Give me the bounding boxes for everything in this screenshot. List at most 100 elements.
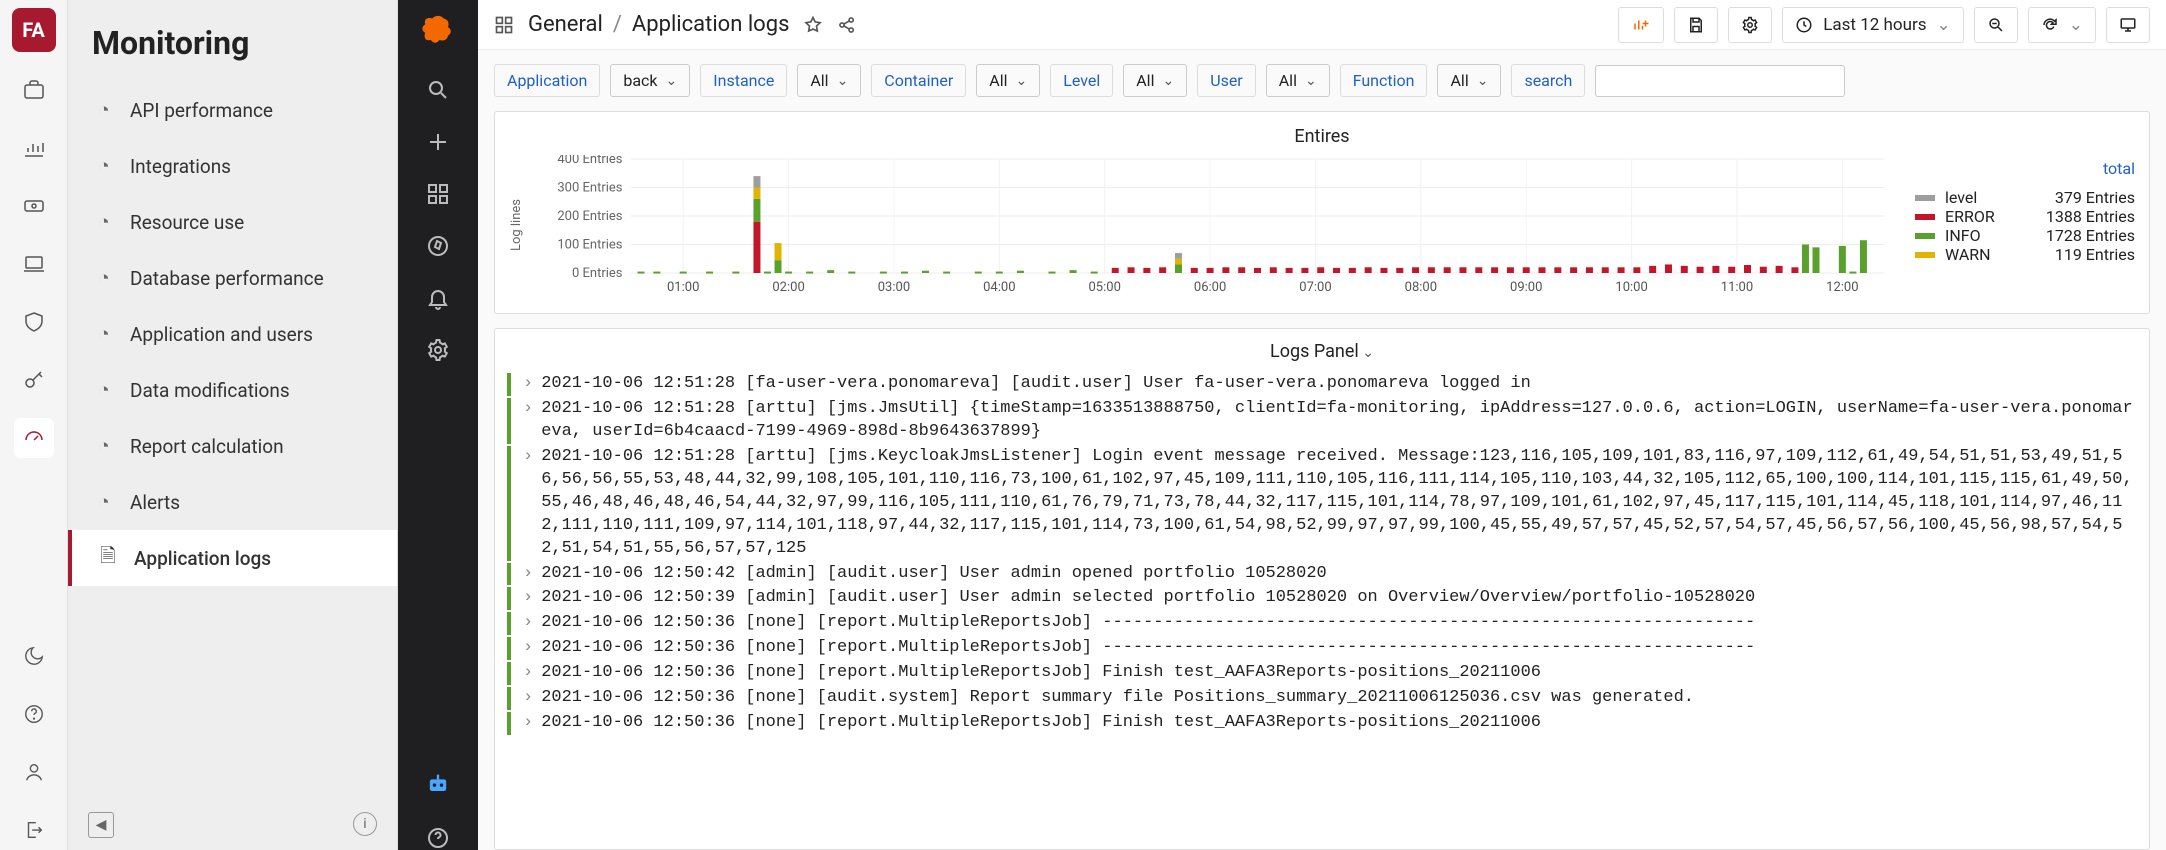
user-icon[interactable] — [14, 752, 54, 792]
chart-plot[interactable]: 0 Entries100 Entries200 Entries300 Entri… — [544, 155, 1895, 295]
monitor-button[interactable] — [2106, 7, 2150, 43]
legend-name: INFO — [1945, 226, 1981, 245]
log-line[interactable]: › 2021-10-06 12:51:28 [fa-user-vera.pono… — [507, 372, 2137, 397]
svg-text:06:00: 06:00 — [1194, 280, 1226, 295]
log-level-bar — [507, 687, 511, 710]
sidebar-title: Monitoring — [68, 0, 397, 82]
nav-integrations[interactable]: ◔Integrations — [68, 138, 397, 194]
zoom-out-button[interactable] — [1974, 7, 2018, 43]
chevron-down-icon: ⌄ — [2069, 15, 2083, 35]
chevron-right-icon[interactable]: › — [521, 446, 541, 561]
config-icon[interactable] — [426, 338, 450, 362]
chevron-right-icon[interactable]: › — [521, 687, 541, 710]
filter-user-select[interactable]: All — [1266, 64, 1330, 97]
help-circle-icon[interactable] — [426, 826, 450, 850]
share-icon[interactable] — [837, 15, 857, 35]
log-line[interactable]: › 2021-10-06 12:51:28 [arttu] [jms.JmsUt… — [507, 397, 2137, 445]
dashboards-icon[interactable] — [426, 182, 450, 206]
panel-grid-icon[interactable] — [494, 15, 514, 35]
nav-api-performance[interactable]: ◔API performance — [68, 82, 397, 138]
log-level-bar — [507, 446, 511, 561]
breadcrumb-separator: / — [613, 12, 622, 37]
nav-application-users[interactable]: ◔Application and users — [68, 306, 397, 362]
chevron-right-icon[interactable]: › — [521, 373, 541, 396]
legend-item[interactable]: ERROR 1388 Entries — [1915, 207, 2135, 226]
legend-name: ERROR — [1945, 207, 1995, 226]
chart-icon[interactable] — [14, 128, 54, 168]
log-line[interactable]: › 2021-10-06 12:50:36 [none] [report.Mul… — [507, 711, 2137, 736]
brand-logo[interactable]: FA — [12, 8, 56, 52]
filter-container-label: Container — [871, 64, 966, 97]
chevron-right-icon[interactable]: › — [521, 398, 541, 444]
nav-data-modifications[interactable]: ◔Data modifications — [68, 362, 397, 418]
settings-button[interactable] — [1728, 7, 1772, 43]
nav-label: Data modifications — [130, 379, 290, 402]
briefcase-icon[interactable] — [14, 70, 54, 110]
filter-container-select[interactable]: All — [976, 64, 1040, 97]
star-icon[interactable] — [803, 15, 823, 35]
log-line[interactable]: › 2021-10-06 12:50:36 [none] [report.Mul… — [507, 611, 2137, 636]
log-line[interactable]: › 2021-10-06 12:51:28 [arttu] [jms.Keycl… — [507, 445, 2137, 562]
key-icon[interactable] — [14, 360, 54, 400]
shield-icon[interactable] — [14, 302, 54, 342]
breadcrumb-page[interactable]: Application logs — [632, 12, 790, 37]
legend-item[interactable]: level 379 Entries — [1915, 188, 2135, 207]
log-line[interactable]: › 2021-10-06 12:50:36 [none] [report.Mul… — [507, 661, 2137, 686]
logs-panel-title[interactable]: Logs Panel — [507, 337, 2137, 372]
log-line[interactable]: › 2021-10-06 12:50:36 [none] [report.Mul… — [507, 636, 2137, 661]
grafana-logo[interactable] — [418, 10, 458, 50]
chart-title[interactable]: Entires — [509, 122, 2135, 155]
chevron-right-icon[interactable]: › — [521, 637, 541, 660]
log-line[interactable]: › 2021-10-06 12:50:39 [admin] [audit.use… — [507, 586, 2137, 611]
filter-instance-select[interactable]: All — [797, 64, 861, 97]
filter-function-label: Function — [1340, 64, 1428, 97]
gauge-icon[interactable] — [14, 418, 54, 458]
add-panel-button[interactable] — [1618, 7, 1664, 43]
search-icon[interactable] — [426, 78, 450, 102]
log-message: 2021-10-06 12:50:36 [none] [audit.system… — [541, 687, 2137, 710]
svg-text:08:00: 08:00 — [1405, 280, 1437, 295]
time-range-picker[interactable]: Last 12 hours⌄ — [1782, 7, 1964, 43]
nav-report-calculation[interactable]: ◔Report calculation — [68, 418, 397, 474]
legend-name: WARN — [1945, 245, 1991, 264]
logout-icon[interactable] — [14, 810, 54, 850]
moon-icon[interactable] — [14, 636, 54, 676]
chevron-right-icon[interactable]: › — [521, 612, 541, 635]
refresh-button[interactable]: ⌄ — [2028, 7, 2096, 43]
legend-total-link[interactable]: total — [1915, 159, 2135, 178]
legend-item[interactable]: INFO 1728 Entries — [1915, 226, 2135, 245]
filter-function-select[interactable]: All — [1437, 64, 1501, 97]
chevron-right-icon[interactable]: › — [521, 587, 541, 610]
robot-icon[interactable] — [424, 770, 452, 798]
log-line[interactable]: › 2021-10-06 12:50:42 [admin] [audit.use… — [507, 562, 2137, 587]
svg-text:400 Entries: 400 Entries — [557, 155, 622, 167]
nav-alerts[interactable]: ◔Alerts — [68, 474, 397, 530]
svg-text:12:00: 12:00 — [1826, 280, 1858, 295]
money-icon[interactable] — [14, 186, 54, 226]
breadcrumb-folder[interactable]: General — [528, 12, 603, 37]
nav-database-performance[interactable]: ◔Database performance — [68, 250, 397, 306]
nav-resource-use[interactable]: ◔Resource use — [68, 194, 397, 250]
svg-text:300 Entries: 300 Entries — [557, 181, 622, 196]
nav-application-logs[interactable]: 🗎Application logs — [68, 530, 397, 586]
filter-application-select[interactable]: back — [610, 64, 690, 97]
gauge-small-icon: ◔ — [92, 490, 116, 514]
chevron-right-icon[interactable]: › — [521, 712, 541, 735]
alerting-icon[interactable] — [426, 286, 450, 310]
log-line[interactable]: › 2021-10-06 12:50:36 [none] [audit.syst… — [507, 686, 2137, 711]
svg-text:200 Entries: 200 Entries — [557, 209, 622, 224]
help-icon[interactable] — [14, 694, 54, 734]
laptop-icon[interactable] — [14, 244, 54, 284]
filter-search-input[interactable] — [1595, 65, 1845, 97]
legend-item[interactable]: WARN 119 Entries — [1915, 245, 2135, 264]
save-button[interactable] — [1674, 7, 1718, 43]
legend-count: 1728 Entries — [2046, 226, 2135, 245]
plus-icon[interactable] — [426, 130, 450, 154]
collapse-left-icon[interactable]: ◀ — [88, 812, 114, 838]
info-icon[interactable]: i — [353, 812, 377, 836]
chevron-right-icon[interactable]: › — [521, 662, 541, 685]
explore-icon[interactable] — [426, 234, 450, 258]
legend-name: level — [1945, 188, 1977, 207]
chevron-right-icon[interactable]: › — [521, 563, 541, 586]
filter-level-select[interactable]: All — [1123, 64, 1187, 97]
